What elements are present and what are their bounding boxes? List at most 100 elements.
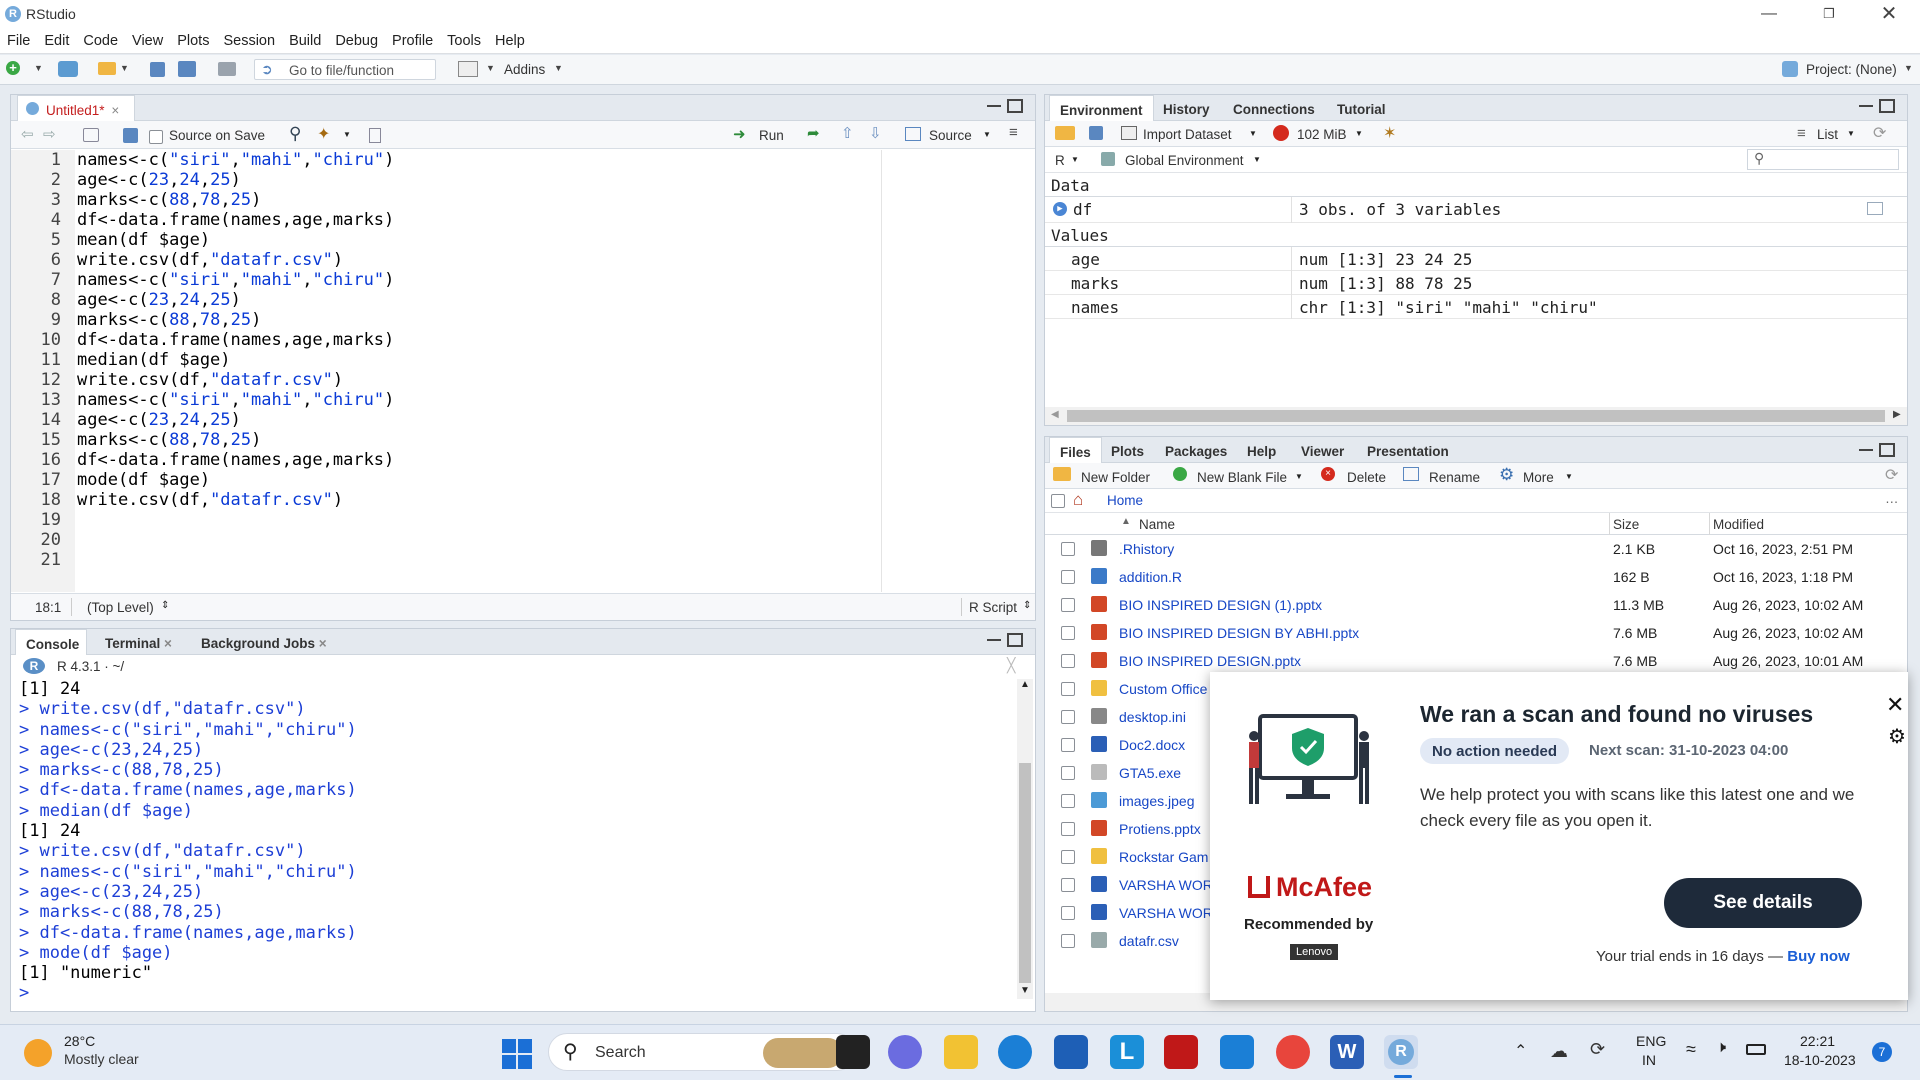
code-line[interactable]: mode(df $age) [77, 470, 877, 490]
file-name-link[interactable]: Rockstar Gam [1119, 849, 1208, 865]
code-line[interactable]: names<-c("siri","mahi","chiru") [77, 390, 877, 410]
view-table-icon[interactable] [1867, 202, 1883, 215]
save-icon[interactable] [150, 62, 165, 77]
import-dataset-button[interactable]: Import Dataset [1143, 127, 1232, 142]
clock-time[interactable]: 22:21 [1800, 1033, 1835, 1049]
menu-edit[interactable]: Edit [37, 28, 76, 49]
maximize-pane-icon[interactable] [1007, 633, 1023, 647]
save-workspace-icon[interactable] [1089, 126, 1103, 140]
col-modified[interactable]: Modified [1713, 517, 1764, 532]
tab-environment[interactable]: Environment [1049, 95, 1154, 121]
file-name-link[interactable]: Protiens.pptx [1119, 821, 1201, 837]
file-name-link[interactable]: desktop.ini [1119, 709, 1186, 725]
temperature[interactable]: 28°C [64, 1033, 95, 1049]
print-icon[interactable] [218, 62, 236, 76]
mcafee-icon[interactable] [1164, 1035, 1198, 1069]
language-eng[interactable]: ENG [1636, 1033, 1666, 1049]
file-row[interactable]: BIO INSPIRED DESIGN BY ABHI.pptx 7.6 MB Au… [1045, 619, 1907, 647]
code-line[interactable]: write.csv(df,"datafr.csv") [77, 370, 877, 390]
tab-terminal[interactable]: Terminal × [95, 629, 182, 655]
maximize-pane-icon[interactable] [1879, 99, 1895, 113]
file-row[interactable]: BIO INSPIRED DESIGN (1).pptx 11.3 MB Aug 2… [1045, 591, 1907, 619]
clear-console-icon[interactable]: ╳ [1007, 657, 1015, 674]
lenovo-vantage-icon[interactable]: L [1110, 1035, 1144, 1069]
menu-profile[interactable]: Profile [385, 28, 440, 49]
more-options-icon[interactable]: … [1885, 491, 1899, 506]
env-row-marks[interactable]: marks num [1:3] 88 78 25 [1045, 271, 1907, 295]
file-name-link[interactable]: images.jpeg [1119, 793, 1195, 809]
weather-status[interactable]: Mostly clear [64, 1051, 139, 1067]
broom-icon[interactable]: ✶ [1383, 123, 1396, 143]
chevron-down-icon[interactable]: ▼ [34, 63, 43, 73]
tab-console[interactable]: Console [15, 629, 87, 655]
refresh-icon[interactable]: ⟳ [1885, 465, 1898, 485]
chevron-down-icon[interactable]: ▼ [1355, 129, 1363, 138]
code-line[interactable]: age<-c(23,24,25) [77, 410, 877, 430]
show-in-window-icon[interactable] [83, 128, 99, 142]
minimize-button[interactable]: — [1746, 2, 1792, 26]
weather-icon[interactable] [24, 1039, 52, 1067]
code-line[interactable]: write.csv(df,"datafr.csv") [77, 250, 877, 270]
tab-presentation[interactable]: Presentation [1357, 437, 1459, 463]
file-type-selector[interactable]: R Script [969, 600, 1017, 615]
word-icon[interactable]: W [1330, 1035, 1364, 1069]
env-row-df[interactable]: ▶ df 3 obs. of 3 variables [1045, 197, 1907, 223]
file-row[interactable]: addition.R 162 B Oct 16, 2023, 1:18 PM [1045, 563, 1907, 591]
chevron-down-icon[interactable]: ▼ [1565, 472, 1573, 481]
code-line[interactable]: marks<-c(88,78,25) [77, 310, 877, 330]
code-line[interactable] [77, 550, 877, 570]
file-name-link[interactable]: BIO INSPIRED DESIGN.pptx [1119, 653, 1301, 669]
language-in[interactable]: IN [1642, 1052, 1656, 1068]
open-file-icon[interactable] [98, 62, 116, 75]
memory-usage[interactable]: 102 MiB [1297, 127, 1347, 142]
scroll-left-icon[interactable]: ◀ [1051, 409, 1059, 420]
menu-code[interactable]: Code [76, 28, 125, 49]
source-on-save-checkbox[interactable] [149, 129, 163, 145]
minimize-pane-icon[interactable] [987, 639, 1001, 641]
code-line[interactable] [77, 530, 877, 550]
chevron-down-icon[interactable]: ▼ [1249, 129, 1257, 138]
start-windows-icon[interactable] [502, 1039, 532, 1069]
menu-file[interactable]: File [0, 28, 37, 49]
file-checkbox[interactable] [1061, 878, 1075, 892]
maximize-pane-icon[interactable] [1879, 443, 1895, 457]
col-name[interactable]: Name [1139, 517, 1175, 532]
file-checkbox[interactable] [1061, 850, 1075, 864]
save-all-icon[interactable] [178, 61, 196, 77]
delete-button[interactable]: Delete [1347, 470, 1386, 485]
chevron-down-icon[interactable]: ▼ [1847, 129, 1855, 138]
notification-badge[interactable]: 7 [1872, 1042, 1892, 1062]
console-output[interactable]: [1] 24 > write.csv(df,"datafr.csv") > name… [19, 679, 1009, 999]
chevron-down-icon[interactable]: ▼ [1071, 155, 1079, 164]
file-checkbox[interactable] [1061, 934, 1075, 948]
rstudio-taskbar-icon[interactable]: R [1384, 1035, 1418, 1069]
ms-store-icon[interactable] [1054, 1035, 1088, 1069]
code-line[interactable]: write.csv(df,"datafr.csv") [77, 490, 877, 510]
chevron-down-icon[interactable]: ▼ [120, 63, 129, 73]
menu-session[interactable]: Session [216, 28, 282, 49]
save-icon[interactable] [123, 128, 138, 143]
volume-muted-icon[interactable]: 🕨 [1716, 1039, 1726, 1057]
col-size[interactable]: Size [1613, 517, 1639, 532]
onedrive-icon[interactable]: ☁ [1550, 1041, 1568, 1062]
alexa-icon[interactable] [1220, 1035, 1254, 1069]
close-tab-icon[interactable]: × [319, 636, 327, 651]
restore-button[interactable]: ❐ [1806, 2, 1852, 26]
magic-wand-icon[interactable]: ✦ [317, 124, 330, 144]
menu-build[interactable]: Build [282, 28, 328, 49]
new-folder-button[interactable]: New Folder [1081, 470, 1150, 485]
code-line[interactable]: df<-data.frame(names,age,marks) [77, 450, 877, 470]
file-checkbox[interactable] [1061, 570, 1075, 584]
gear-icon[interactable]: ⚙ [1888, 724, 1906, 749]
new-project-icon[interactable] [58, 61, 78, 77]
tab-viewer[interactable]: Viewer [1291, 437, 1354, 463]
teams-chat-icon[interactable] [888, 1035, 922, 1069]
file-checkbox[interactable] [1061, 542, 1075, 556]
menu-help[interactable]: Help [488, 28, 532, 49]
compile-report-icon[interactable] [369, 128, 381, 143]
code-line[interactable]: df<-data.frame(names,age,marks) [77, 210, 877, 230]
env-row-age[interactable]: age num [1:3] 23 24 25 [1045, 247, 1907, 271]
env-row-names[interactable]: names chr [1:3] "siri" "mahi" "chiru" [1045, 295, 1907, 319]
project-menu[interactable]: Project: (None) [1806, 62, 1897, 77]
environment-hscrollbar[interactable]: ◀ ▶ [1045, 407, 1907, 425]
